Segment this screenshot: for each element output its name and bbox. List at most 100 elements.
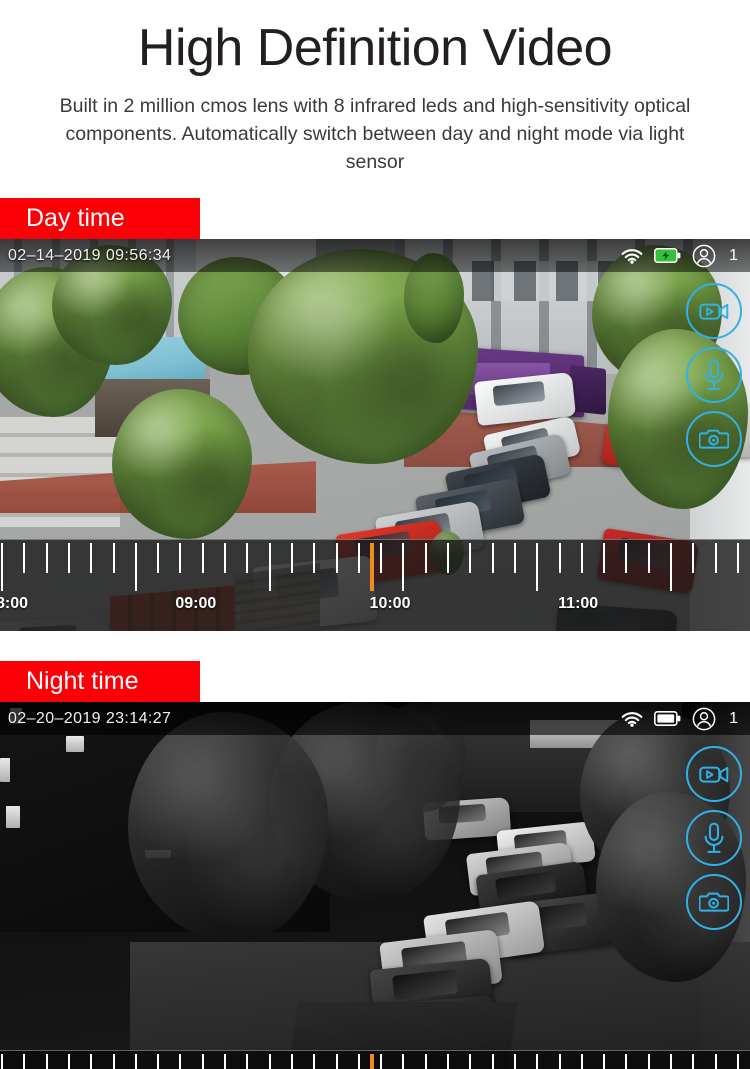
timeline-tick [692, 543, 695, 574]
timeline-tick [647, 543, 650, 574]
timeline-tick [67, 1054, 70, 1069]
day-camera-controls [686, 283, 742, 468]
night-time-banner: Night time [0, 661, 200, 703]
timeline-tick [290, 543, 293, 574]
timeline-tick [224, 1054, 226, 1069]
night-timeline[interactable] [0, 1050, 750, 1069]
timeline-tick [402, 543, 405, 592]
timeline-tick [603, 543, 606, 574]
timeline-tick [714, 1054, 717, 1069]
day-timeline[interactable]: 8:00 09:00 10:00 11:00 [0, 539, 750, 632]
camera-icon [699, 892, 729, 912]
timeline-tick [536, 543, 539, 592]
day-video-frame[interactable]: 02–14–2019 09:56:34 1 8:00 09:00 10:00 1… [0, 239, 750, 632]
timeline-tick [45, 543, 48, 574]
record-video-button[interactable] [686, 746, 742, 803]
video-camera-icon [699, 766, 729, 783]
timeline-tick [580, 543, 583, 574]
timeline-tick [402, 1054, 405, 1069]
timeline-tick [736, 1054, 739, 1069]
timeline-tick [580, 1054, 583, 1069]
user-icon [692, 244, 716, 268]
timeline-tick [736, 543, 739, 574]
camera-icon [699, 429, 729, 449]
timeline-tick [424, 543, 427, 574]
wifi-icon [621, 247, 643, 265]
battery-icon [654, 711, 681, 727]
timeline-tick [201, 543, 204, 574]
timeline-top-divider [0, 1050, 750, 1052]
snapshot-button[interactable] [686, 411, 742, 468]
timeline-tick [313, 1054, 316, 1069]
timeline-tick [469, 543, 472, 574]
night-camera-view [0, 702, 750, 1069]
timeline-tick [558, 1054, 561, 1069]
timeline-top-divider [0, 539, 750, 541]
night-video-frame[interactable]: 02–20–2019 23:14:27 1 [0, 702, 750, 1069]
timeline-playhead[interactable] [369, 1054, 374, 1069]
timeline-tick [157, 1054, 160, 1069]
record-video-button[interactable] [686, 283, 742, 340]
timeline-tick [692, 1054, 695, 1069]
day-user-count: 1 [729, 246, 738, 264]
day-status-icons: 1 [621, 244, 738, 268]
timeline-tick [447, 543, 449, 574]
timeline-tick [179, 543, 182, 574]
night-status-bar: 02–20–2019 23:14:27 1 [0, 702, 750, 736]
night-status-icons: 1 [621, 707, 738, 731]
battery-charging-icon [654, 248, 681, 264]
timeline-tick [1, 1054, 3, 1069]
timeline-tick [224, 543, 226, 574]
timeline-tick [714, 543, 717, 574]
timeline-tick [625, 1054, 628, 1069]
timeline-tick [670, 1054, 672, 1069]
night-timestamp: 02–20–2019 23:14:27 [8, 709, 172, 727]
timeline-tick [246, 543, 249, 574]
microphone-button[interactable] [686, 810, 742, 867]
timeline-playhead[interactable] [369, 543, 374, 592]
microphone-icon [704, 822, 724, 854]
microphone-icon [704, 359, 724, 391]
day-time-banner-label: Day time [26, 204, 125, 233]
page-title: High Definition Video [137, 19, 613, 77]
timeline-tick [134, 543, 137, 592]
timeline-time-label: 11:00 [558, 595, 599, 613]
timeline-tick [625, 543, 628, 574]
user-icon [692, 707, 716, 731]
timeline-time-label: 09:00 [175, 595, 217, 613]
page-subtitle: Built in 2 million cmos lens with 8 infr… [59, 95, 691, 173]
timeline-tick [380, 543, 383, 574]
timeline-tick [447, 1054, 449, 1069]
timeline-tick [335, 543, 338, 574]
timeline-tick [1, 543, 3, 592]
timeline-tick [290, 1054, 293, 1069]
timeline-tick [380, 1054, 383, 1069]
timeline-tick [603, 1054, 606, 1069]
snapshot-button[interactable] [686, 874, 742, 931]
timeline-tick [335, 1054, 338, 1069]
wifi-icon [621, 710, 643, 728]
day-time-section: Day time 02–14–2019 09:56:34 1 8:00 09:0… [0, 198, 750, 632]
timeline-tick [513, 1054, 516, 1069]
timeline-tick [201, 1054, 204, 1069]
timeline-tick [558, 543, 561, 574]
timeline-tick [670, 543, 672, 592]
timeline-tick [469, 1054, 472, 1069]
timeline-tick [268, 1054, 271, 1069]
timeline-tick [424, 1054, 427, 1069]
timeline-tick [357, 543, 360, 574]
night-user-count: 1 [729, 709, 738, 727]
timeline-tick [112, 1054, 115, 1069]
timeline-tick [268, 543, 271, 592]
night-time-banner-label: Night time [26, 667, 139, 696]
timeline-tick [134, 1054, 137, 1069]
timeline-tick [23, 543, 26, 574]
timeline-tick [157, 543, 160, 574]
timeline-tick [491, 1054, 494, 1069]
microphone-button[interactable] [686, 347, 742, 404]
timeline-time-label: 8:00 [0, 595, 29, 613]
timeline-tick [45, 1054, 48, 1069]
timeline-tick [246, 1054, 249, 1069]
video-camera-icon [699, 303, 729, 320]
timeline-tick [112, 543, 115, 574]
